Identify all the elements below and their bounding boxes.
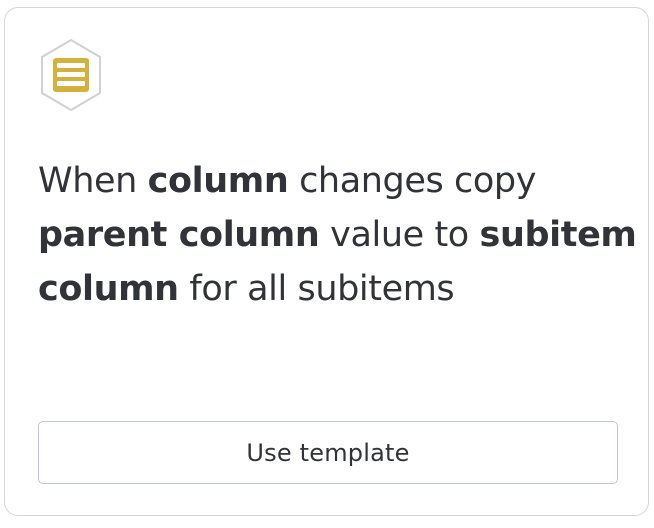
use-template-button[interactable]: Use template: [38, 421, 618, 484]
recipe-text: changes copy: [288, 161, 537, 201]
recipe-field-parent-column: parent column: [38, 215, 320, 255]
recipe-text: value to: [319, 215, 480, 255]
recipe-text: When: [38, 161, 148, 201]
automation-template-card: When column changes copy parent column v…: [4, 7, 649, 516]
recipe-field-column: column: [147, 161, 289, 201]
recipe-text: for all subitems: [178, 269, 455, 309]
automation-recipe-text: When column changes copy parent column v…: [38, 154, 638, 316]
subitems-list-icon: [39, 38, 103, 112]
